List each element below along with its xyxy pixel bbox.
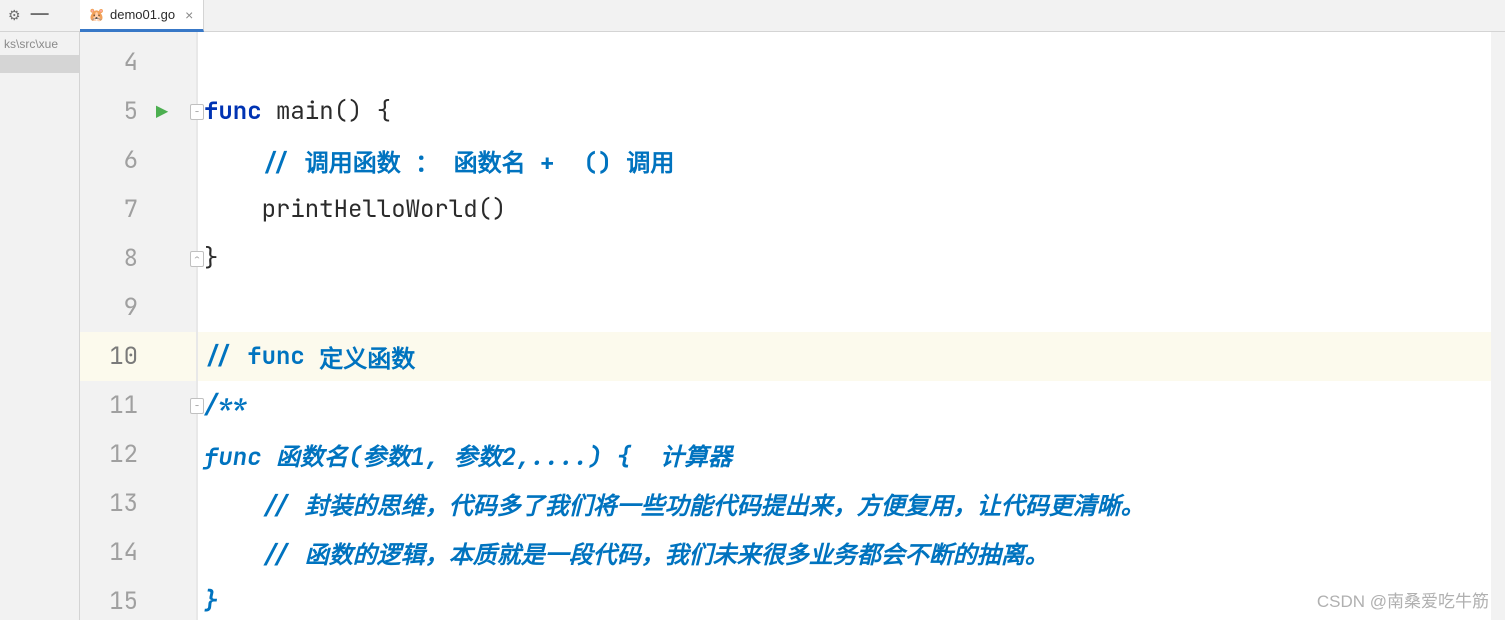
- fold-icon[interactable]: ⌃: [190, 251, 204, 267]
- comment: func: [247, 341, 305, 372]
- code-line[interactable]: [198, 283, 1505, 332]
- code-line[interactable]: [198, 38, 1505, 87]
- line-number[interactable]: 11−: [80, 381, 196, 430]
- file-tab[interactable]: 🐹 demo01.go ×: [80, 0, 204, 32]
- code-text: main() {: [262, 96, 392, 127]
- path-label: ks\src\xue: [0, 35, 79, 53]
- line-number[interactable]: 5▶−: [80, 87, 196, 136]
- comment: }: [204, 586, 218, 617]
- comment: func 函数名(参数1, 参数2,....) { 计算器: [204, 437, 732, 473]
- comment: 定义函数: [305, 339, 415, 375]
- line-number[interactable]: 12: [80, 430, 196, 479]
- line-number[interactable]: 4: [80, 38, 196, 87]
- line-number[interactable]: 13: [80, 479, 196, 528]
- code-line[interactable]: // 函数的逻辑，本质就是一段代码，我们未来很多业务都会不断的抽离。: [198, 528, 1505, 577]
- code-line[interactable]: // 封装的思维，代码多了我们将一些功能代码提出来，方便复用，让代码更清晰。: [198, 479, 1505, 528]
- comment: /**: [204, 390, 247, 421]
- code-text: printHelloWorld(): [204, 194, 506, 225]
- comment: // 调用函数 ： 函数名 + () 调用: [262, 143, 675, 179]
- code-line[interactable]: func main() {: [198, 87, 1505, 136]
- fold-icon[interactable]: −: [190, 104, 204, 120]
- line-number[interactable]: 6: [80, 136, 196, 185]
- line-number[interactable]: 15: [80, 577, 196, 626]
- gear-icon[interactable]: ⚙: [8, 7, 21, 24]
- line-number[interactable]: 7: [80, 185, 196, 234]
- line-number[interactable]: 14: [80, 528, 196, 577]
- keyword: func: [204, 96, 262, 127]
- main-area: ks\src\xue 45▶−678⌃91011−12131415 func m…: [0, 32, 1505, 620]
- code-line[interactable]: // 调用函数 ： 函数名 + () 调用: [198, 136, 1505, 185]
- code-line[interactable]: }: [198, 577, 1505, 626]
- top-bar: ⚙ — 🐹 demo01.go ×: [0, 0, 1505, 32]
- code-area[interactable]: func main() { // 调用函数 ： 函数名 + () 调用 prin…: [198, 32, 1505, 620]
- tab-label: demo01.go: [110, 7, 175, 22]
- scrollbar[interactable]: [1491, 32, 1505, 620]
- close-icon[interactable]: ×: [181, 7, 193, 23]
- code-editor[interactable]: 45▶−678⌃91011−12131415 func main() { // …: [80, 32, 1505, 620]
- comment: //: [204, 341, 247, 372]
- code-text: }: [204, 243, 218, 274]
- code-line[interactable]: /**: [198, 381, 1505, 430]
- run-icon[interactable]: ▶: [156, 99, 168, 125]
- gutter[interactable]: 45▶−678⌃91011−12131415: [80, 32, 198, 620]
- line-number[interactable]: 8⌃: [80, 234, 196, 283]
- comment: // 函数的逻辑，本质就是一段代码，我们未来很多业务都会不断的抽离。: [204, 535, 1049, 571]
- go-file-icon: 🐹: [90, 8, 104, 22]
- minimize-icon[interactable]: —: [31, 4, 49, 22]
- toolbar-left: ⚙ —: [0, 0, 80, 31]
- code-line[interactable]: // func 定义函数: [198, 332, 1505, 381]
- code-line[interactable]: printHelloWorld(): [198, 185, 1505, 234]
- code-line[interactable]: }: [198, 234, 1505, 283]
- sidebar-selection[interactable]: [0, 55, 79, 73]
- code-line[interactable]: func 函数名(参数1, 参数2,....) { 计算器: [198, 430, 1505, 479]
- fold-icon[interactable]: −: [190, 398, 204, 414]
- code-text: [204, 145, 262, 176]
- comment: // 封装的思维，代码多了我们将一些功能代码提出来，方便复用，让代码更清晰。: [204, 486, 1145, 522]
- project-sidebar[interactable]: ks\src\xue: [0, 32, 80, 620]
- line-number[interactable]: 9: [80, 283, 196, 332]
- line-number[interactable]: 10: [80, 332, 196, 381]
